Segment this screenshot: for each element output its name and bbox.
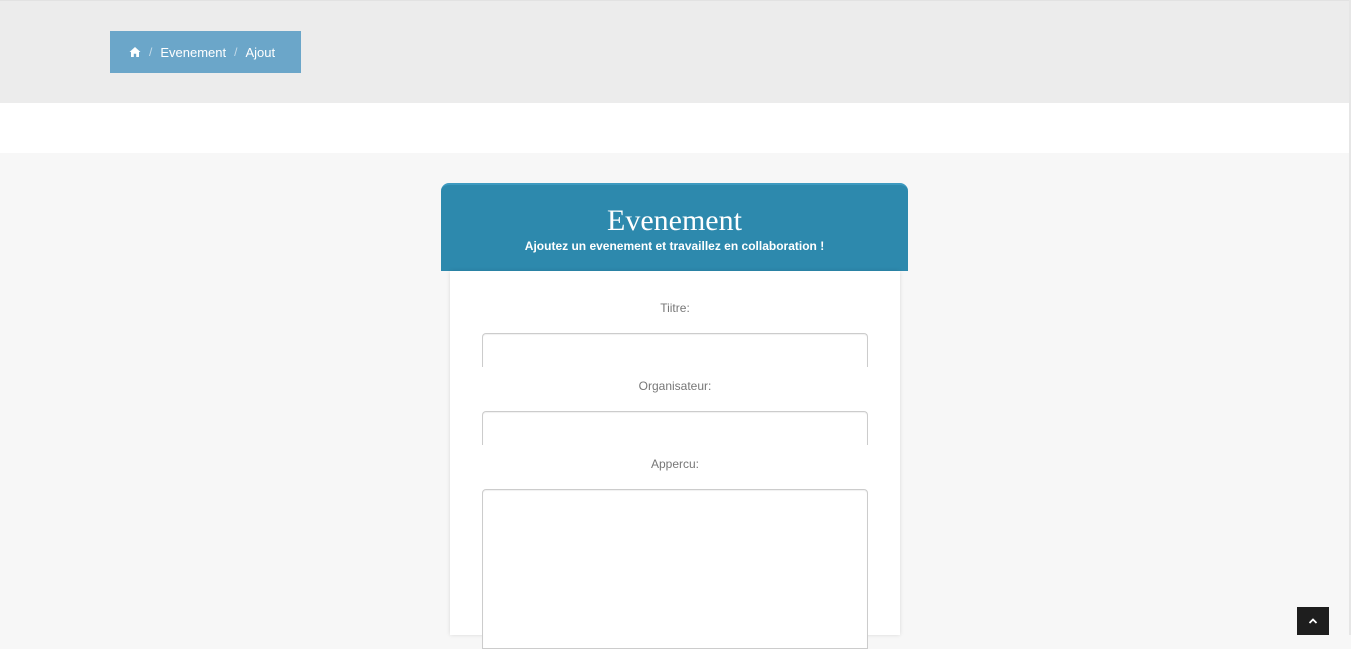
breadcrumb-item-ajout: Ajout: [245, 44, 276, 60]
header-spacer: [0, 103, 1351, 153]
breadcrumb-item-evenement[interactable]: Evenement: [160, 45, 226, 60]
card-header: Evenement Ajoutez un evenement et travai…: [441, 183, 908, 271]
breadcrumb: / Evenement / Ajout: [110, 31, 301, 73]
appercu-textarea[interactable]: [482, 489, 868, 649]
breadcrumb-separator: /: [149, 45, 153, 59]
form-body: Tiitre: Organisateur: Appercu:: [450, 271, 900, 649]
card-title: Evenement: [607, 204, 742, 237]
titre-input[interactable]: [482, 333, 868, 367]
organisateur-input[interactable]: [482, 411, 868, 445]
card-subtitle: Ajoutez un evenement et travaillez en co…: [524, 239, 825, 253]
home-icon[interactable]: [129, 46, 141, 58]
chevron-up-icon: [1308, 612, 1318, 630]
back-to-top-button[interactable]: [1297, 607, 1329, 635]
appercu-label: Appercu:: [650, 457, 700, 471]
organisateur-label: Organisateur:: [638, 379, 712, 393]
breadcrumb-separator: /: [234, 45, 238, 59]
event-form-card: Evenement Ajoutez un evenement et travai…: [441, 183, 908, 649]
titre-label: Tiitre:: [660, 301, 690, 315]
